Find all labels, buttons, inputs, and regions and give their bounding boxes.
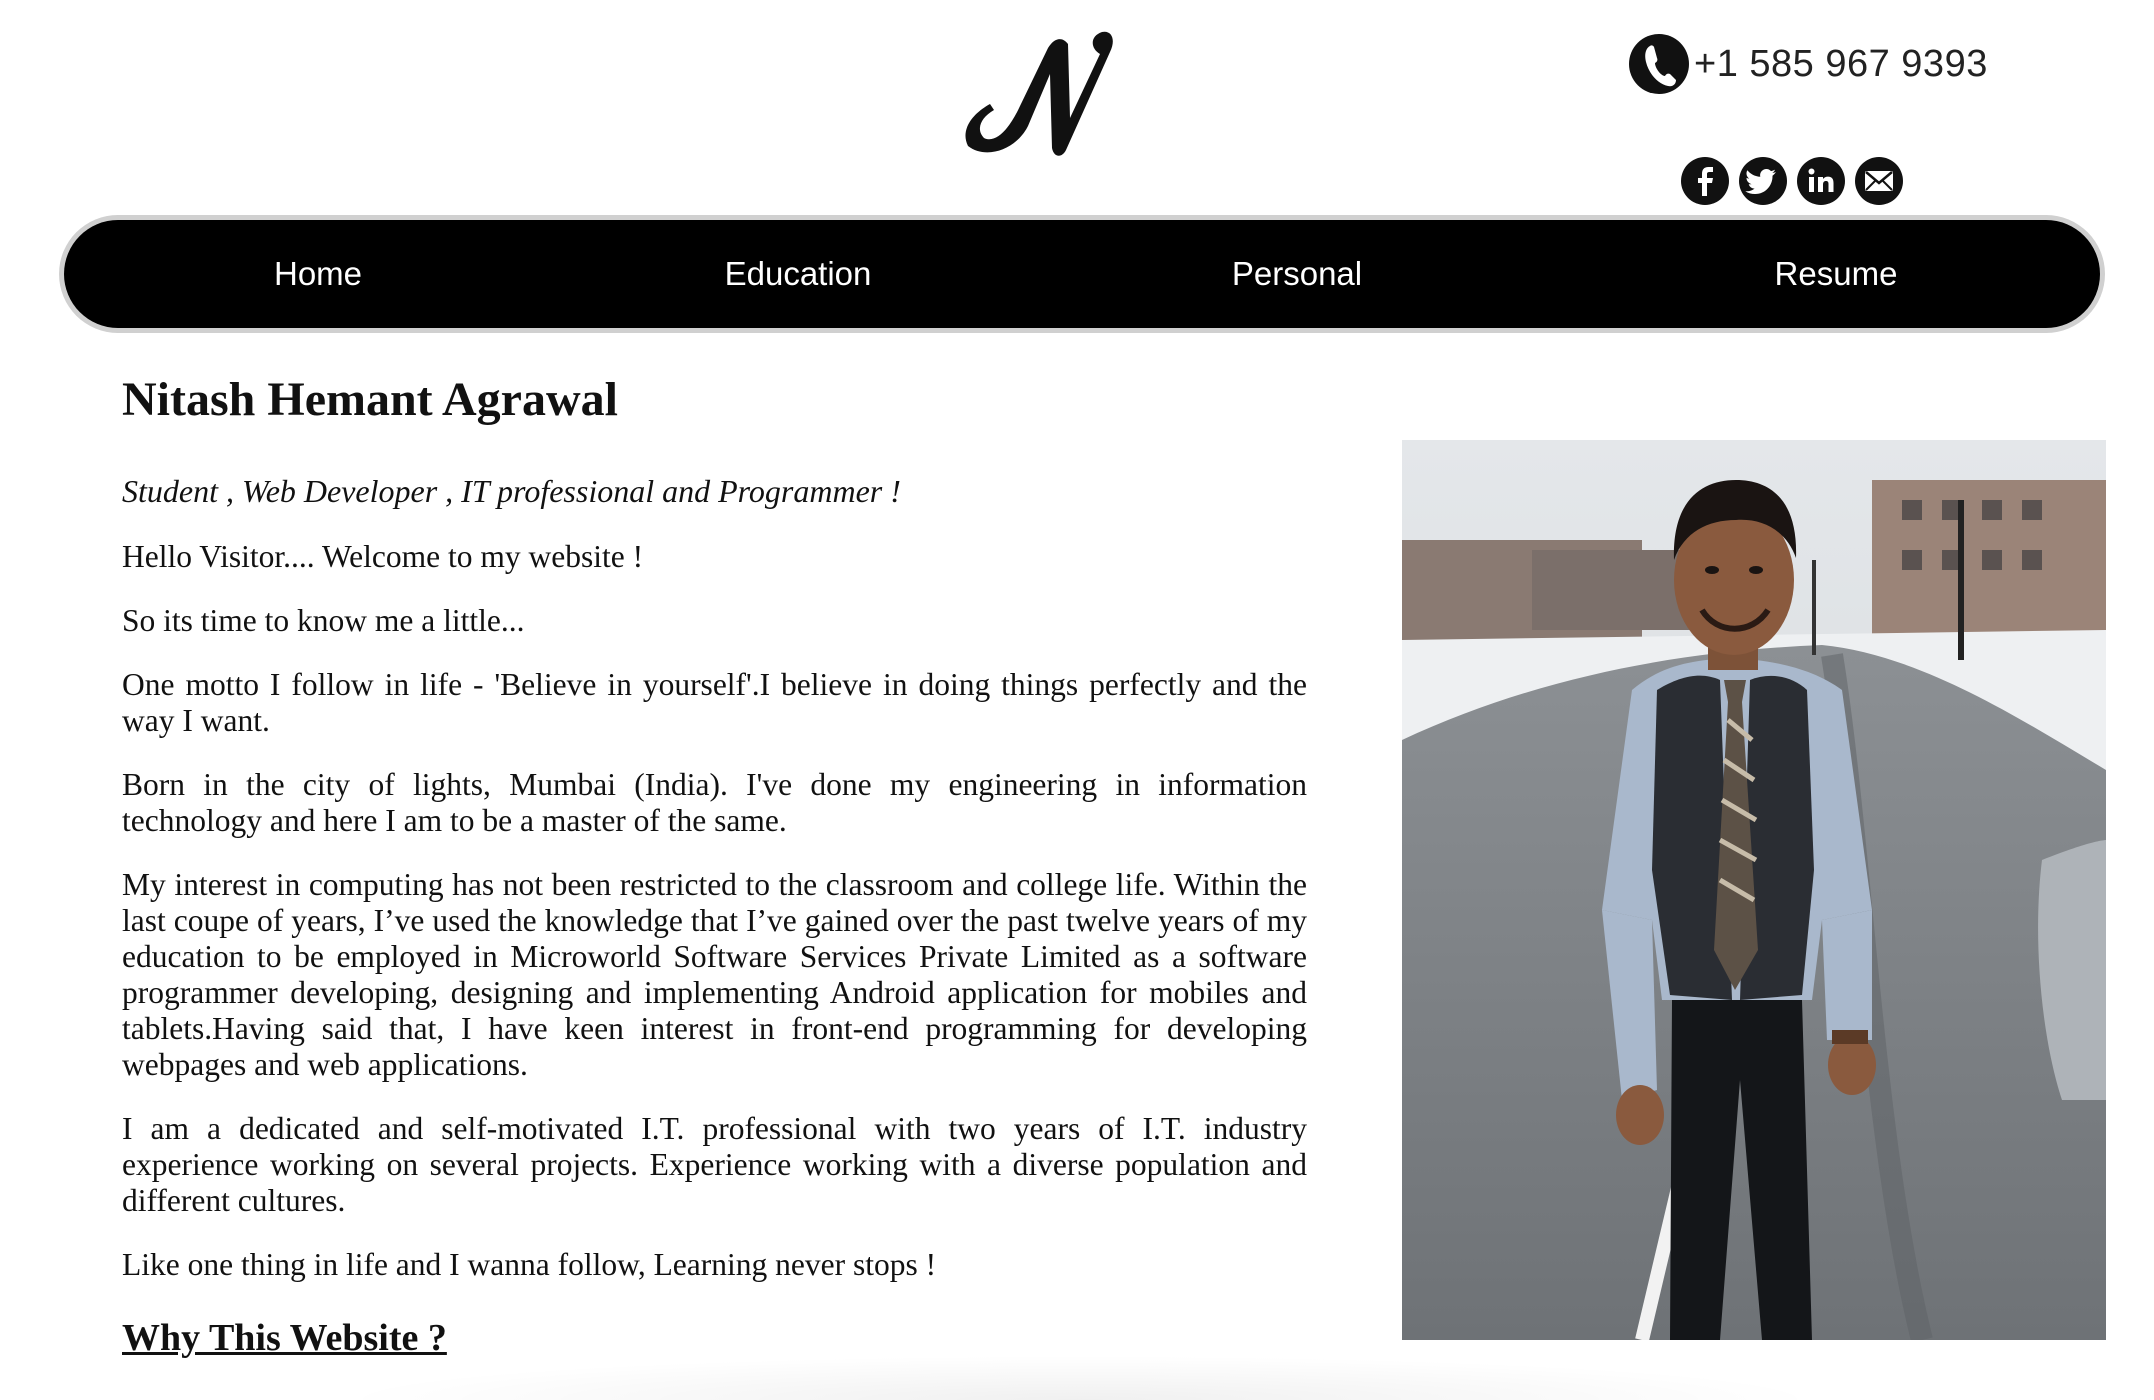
- mail-icon[interactable]: [1854, 156, 1904, 206]
- page-bottom-shadow: [330, 1355, 1830, 1400]
- intro-paragraph: Hello Visitor.... Welcome to my website …: [122, 539, 644, 574]
- page-title: Nitash Hemant Agrawal: [122, 373, 618, 426]
- nav-home[interactable]: Home: [274, 220, 362, 328]
- social-links: [1680, 156, 1904, 206]
- motto-paragraph: One motto I follow in life - 'Believe in…: [122, 667, 1307, 738]
- nav-personal[interactable]: Personal: [1232, 220, 1362, 328]
- tagline: Student , Web Developer , IT professiona…: [122, 473, 901, 509]
- twitter-icon[interactable]: [1738, 156, 1788, 206]
- nav-education[interactable]: Education: [725, 220, 872, 328]
- experience-paragraph: My interest in computing has not been re…: [122, 867, 1307, 1082]
- closing-paragraph: Like one thing in life and I wanna follo…: [122, 1247, 937, 1282]
- profile-photo: [1402, 440, 2106, 1340]
- about-section: Nitash Hemant Agrawal Student , Web Deve…: [122, 365, 1307, 1363]
- linkedin-icon[interactable]: [1796, 156, 1846, 206]
- background-paragraph: Born in the city of lights, Mumbai (Indi…: [122, 767, 1307, 838]
- main-navigation: Home Education Personal Resume: [64, 220, 2100, 328]
- phone-icon: [1629, 34, 1689, 94]
- phone-contact[interactable]: +1 585 967 9393: [1628, 30, 1988, 98]
- facebook-icon[interactable]: [1680, 156, 1730, 206]
- nav-resume[interactable]: Resume: [1775, 220, 1898, 328]
- intro-paragraph: So its time to know me a little...: [122, 603, 525, 638]
- phone-number: +1 585 967 9393: [1694, 42, 1988, 85]
- site-logo[interactable]: [950, 18, 1120, 168]
- profile-paragraph: I am a dedicated and self-motivated I.T.…: [122, 1111, 1307, 1218]
